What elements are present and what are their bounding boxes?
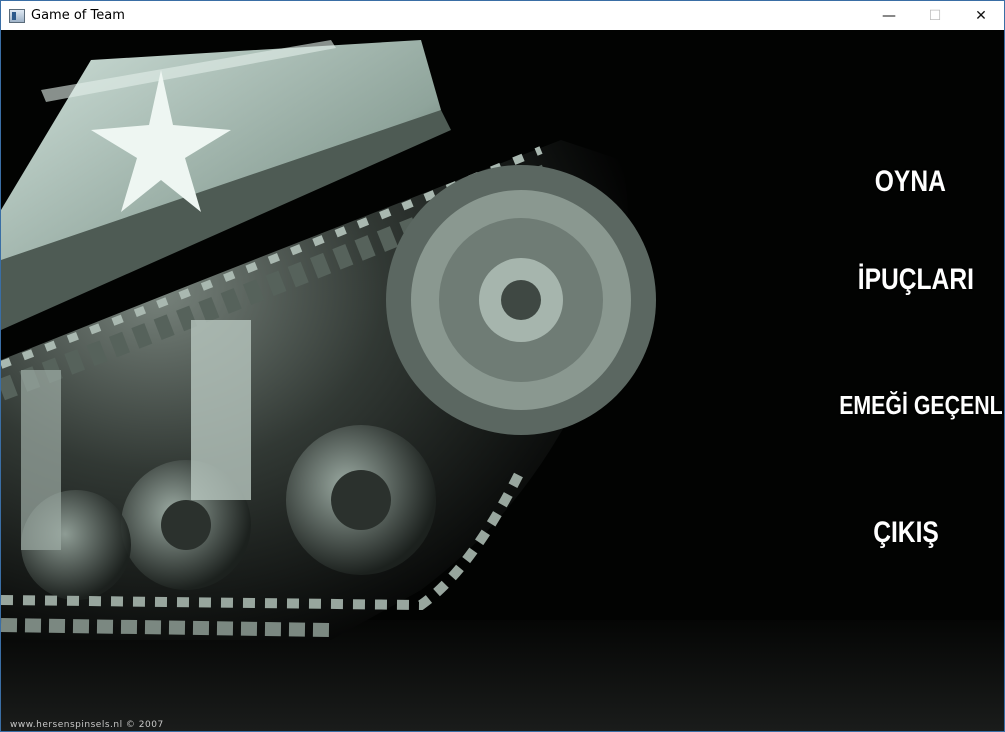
tank-track-photo bbox=[1, 30, 1004, 731]
window-title: Game of Team bbox=[31, 8, 125, 23]
credits-button[interactable]: EMEĞİ GEÇENLER bbox=[839, 390, 1004, 421]
exit-button[interactable]: ÇIKIŞ bbox=[873, 516, 939, 550]
maximize-button[interactable]: ☐ bbox=[912, 1, 958, 30]
minimize-button[interactable]: — bbox=[866, 1, 912, 30]
app-icon bbox=[9, 8, 25, 23]
close-button[interactable]: ✕ bbox=[958, 1, 1004, 30]
window-controls: — ☐ ✕ bbox=[866, 1, 1004, 30]
photo-credit-watermark: www.hersenspinsels.nl © 2007 bbox=[10, 720, 164, 730]
title-bar[interactable]: Game of Team — ☐ ✕ bbox=[1, 1, 1004, 30]
game-scene: OYNA İPUÇLARI EMEĞİ GEÇENLER ÇIKIŞ www.h… bbox=[1, 30, 1004, 731]
hints-button[interactable]: İPUÇLARI bbox=[858, 263, 974, 297]
play-button[interactable]: OYNA bbox=[875, 165, 946, 199]
game-window: Game of Team — ☐ ✕ OYNA İPUÇLARI EMEĞİ G… bbox=[0, 0, 1005, 732]
